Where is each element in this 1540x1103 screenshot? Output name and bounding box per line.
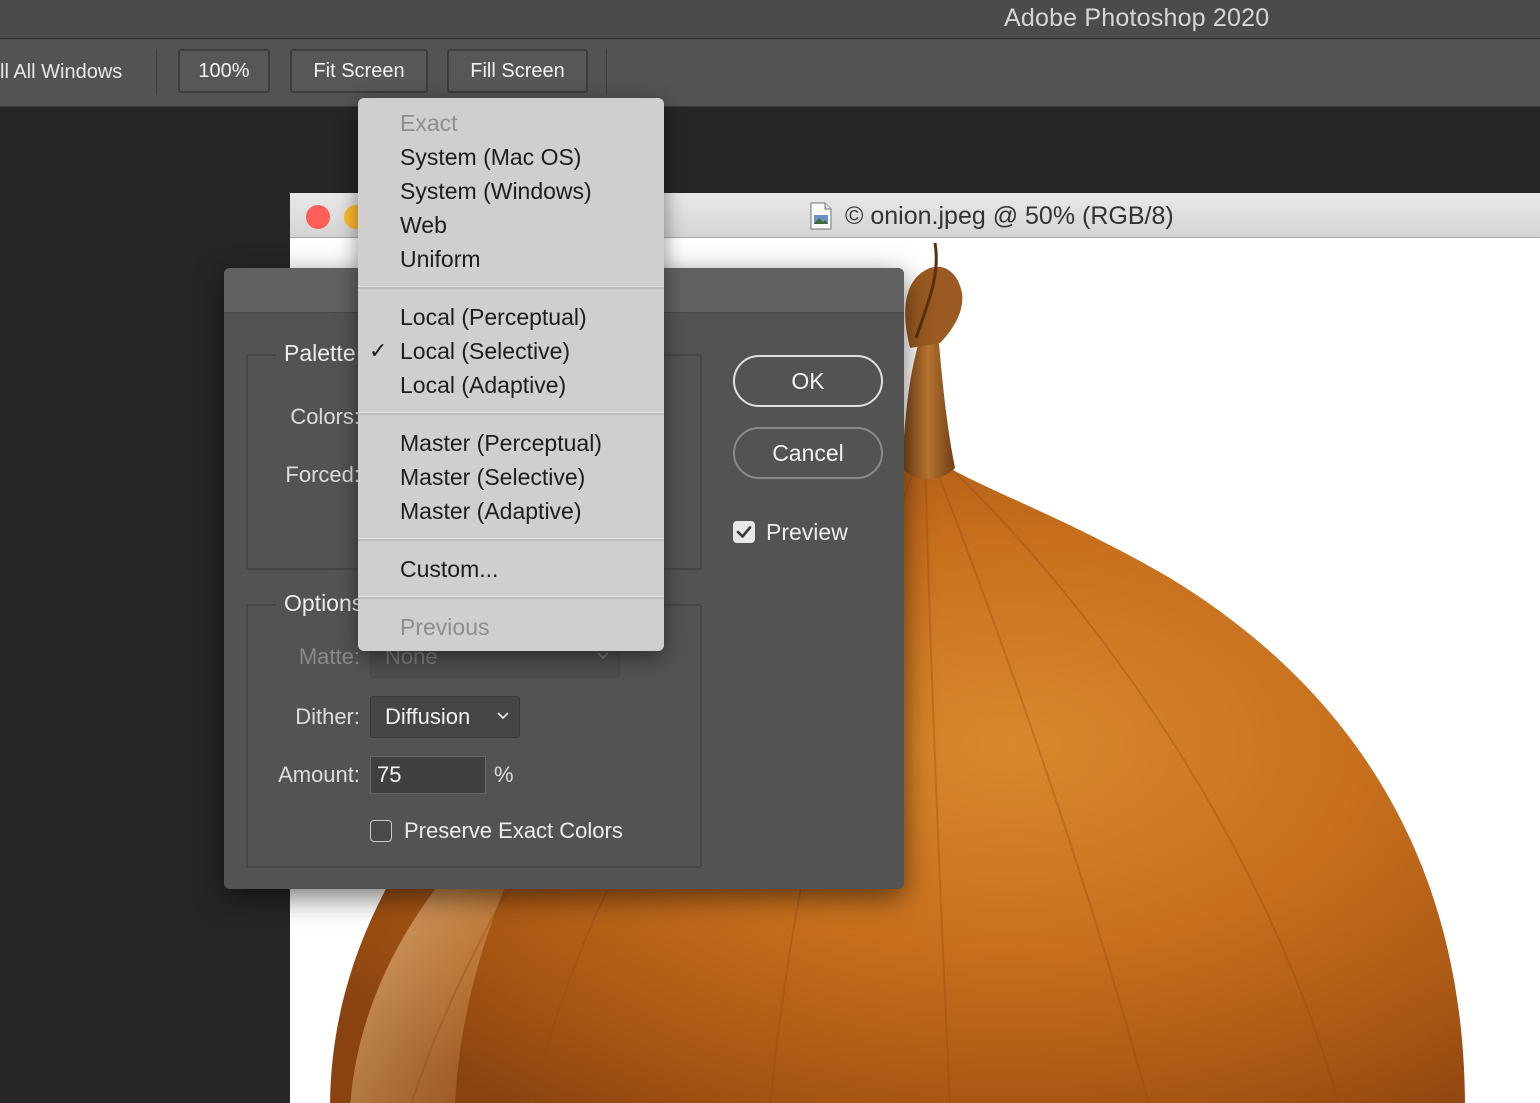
zoom-100-button[interactable]: 100% bbox=[178, 49, 270, 93]
dither-label: Dither: bbox=[295, 704, 360, 729]
preview-checkbox[interactable] bbox=[733, 521, 755, 543]
menu-item-master-adaptive[interactable]: Master (Adaptive) bbox=[358, 494, 664, 528]
menu-item-web[interactable]: Web bbox=[358, 208, 664, 242]
app-title-bar: Adobe Photoshop 2020 bbox=[0, 0, 1540, 39]
amount-input[interactable]: 75 bbox=[370, 756, 486, 794]
close-window-button[interactable] bbox=[306, 205, 330, 229]
menu-item-master-perceptual[interactable]: Master (Perceptual) bbox=[358, 426, 664, 460]
menu-item-system-windows[interactable]: System (Windows) bbox=[358, 174, 664, 208]
document-file-icon bbox=[810, 202, 832, 230]
menu-separator bbox=[358, 412, 664, 415]
preserve-exact-colors-checkbox[interactable] bbox=[370, 820, 392, 842]
palette-dropdown-menu: Exact System (Mac OS) System (Windows) W… bbox=[358, 98, 664, 651]
menu-item-local-adaptive[interactable]: Local (Adaptive) bbox=[358, 368, 664, 402]
options-bar: ll All Windows 100% Fit Screen Fill Scre… bbox=[0, 39, 1540, 107]
app-title: Adobe Photoshop 2020 bbox=[1004, 4, 1270, 32]
menu-item-local-selective[interactable]: ✓ Local (Selective) bbox=[358, 334, 664, 368]
menu-separator bbox=[358, 538, 664, 541]
dither-select[interactable]: Diffusion bbox=[370, 696, 520, 738]
preserve-exact-colors-label: Preserve Exact Colors bbox=[404, 818, 623, 843]
cancel-button[interactable]: Cancel bbox=[733, 427, 883, 479]
menu-item-local-perceptual[interactable]: Local (Perceptual) bbox=[358, 300, 664, 334]
menu-separator bbox=[358, 596, 664, 599]
amount-label: Amount: bbox=[278, 762, 360, 787]
options-divider bbox=[156, 49, 157, 95]
fit-screen-button[interactable]: Fit Screen bbox=[290, 49, 428, 93]
preview-label: Preview bbox=[766, 519, 848, 545]
amount-unit: % bbox=[494, 762, 514, 787]
menu-separator bbox=[358, 286, 664, 289]
menu-item-previous: Previous bbox=[400, 614, 490, 640]
chevron-down-icon bbox=[597, 652, 609, 660]
menu-item-system-mac[interactable]: System (Mac OS) bbox=[358, 140, 664, 174]
forced-label: Forced: bbox=[285, 462, 360, 487]
options-group-label: Options bbox=[276, 590, 372, 617]
check-icon: ✓ bbox=[369, 338, 388, 363]
matte-label: Matte: bbox=[298, 644, 360, 669]
menu-item-exact: Exact bbox=[400, 110, 458, 136]
colors-label: Colors: bbox=[290, 404, 360, 429]
palette-group-label: Palette bbox=[276, 340, 364, 367]
menu-item-uniform[interactable]: Uniform bbox=[358, 242, 664, 276]
chevron-down-icon bbox=[497, 712, 509, 720]
document-title: © onion.jpeg @ 50% (RGB/8) bbox=[845, 202, 1174, 230]
fill-screen-button[interactable]: Fill Screen bbox=[447, 49, 588, 93]
checkmark-icon bbox=[736, 526, 752, 538]
ok-button[interactable]: OK bbox=[733, 355, 883, 407]
menu-item-master-selective[interactable]: Master (Selective) bbox=[358, 460, 664, 494]
options-divider bbox=[606, 49, 607, 95]
all-windows-option[interactable]: ll All Windows bbox=[0, 61, 122, 84]
menu-item-custom[interactable]: Custom... bbox=[358, 552, 664, 586]
dither-select-value: Diffusion bbox=[385, 704, 471, 729]
